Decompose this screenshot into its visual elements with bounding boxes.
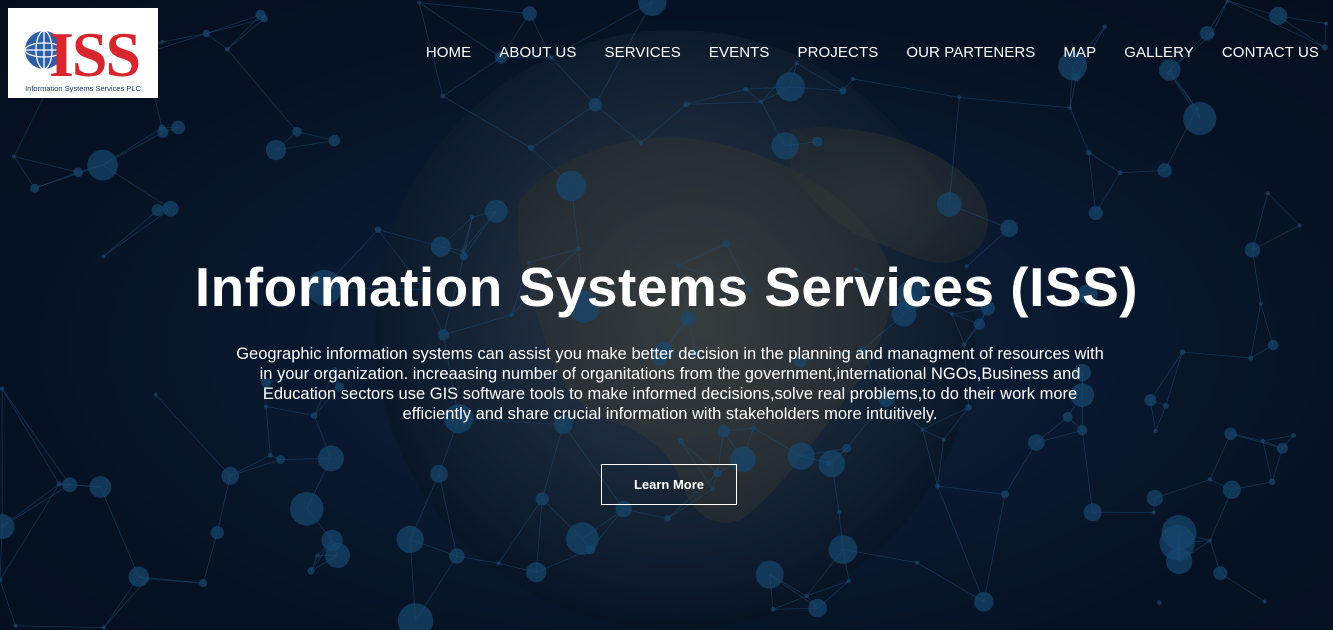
iss-logo-mark: ISS [24,19,141,86]
nav-events[interactable]: EVENTS [709,44,770,62]
nav-our-partners[interactable]: OUR PARTENERS [906,44,1035,62]
learn-more-button[interactable]: Learn More [601,464,737,505]
nav-about-us[interactable]: ABOUT US [499,44,576,62]
hero-description: Geographic information systems can assis… [236,345,1104,423]
main-nav: HOME ABOUT US SERVICES EVENTS PROJECTS O… [426,44,1319,62]
nav-services[interactable]: SERVICES [604,44,680,62]
company-logo[interactable]: ISS Information Systems Services PLC [8,8,158,98]
nav-contact-us[interactable]: CONTACT US [1222,44,1319,62]
hero-title: Information Systems Services (ISS) [194,256,1139,318]
hero-section: ISS Information Systems Services PLC HOM… [0,0,1333,630]
nav-projects[interactable]: PROJECTS [798,44,879,62]
nav-gallery[interactable]: GALLERY [1124,44,1194,62]
logo-wordmark: ISS [49,19,139,86]
nav-map[interactable]: MAP [1063,44,1096,62]
nav-home[interactable]: HOME [426,44,471,62]
logo-tagline: Information Systems Services PLC [25,84,141,93]
